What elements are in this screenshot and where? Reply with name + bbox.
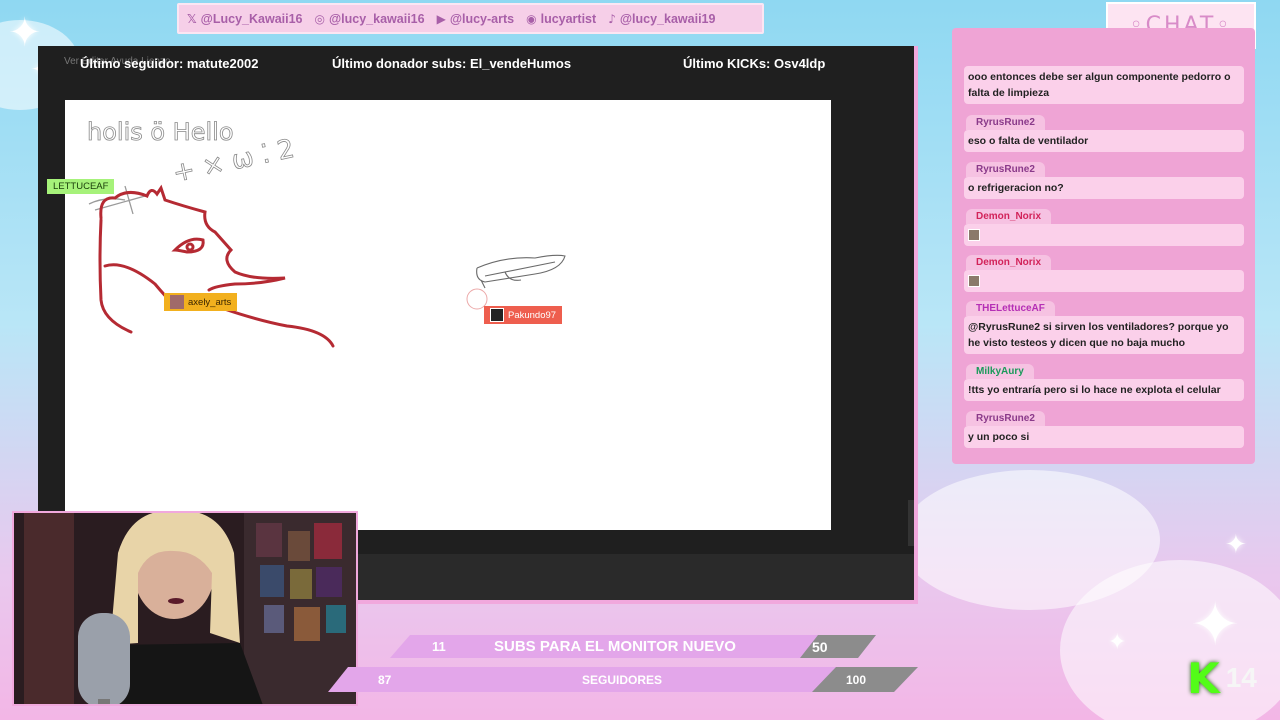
social-item-youtube: ▶ @lucy-arts bbox=[437, 12, 515, 26]
cursor-label: axely_arts bbox=[188, 296, 232, 308]
chat-message: RyrusRune2 eso o falta de ventilador bbox=[964, 112, 1244, 152]
social-item-x: 𝕏 @Lucy_Kawaii16 bbox=[187, 12, 303, 26]
kick-logo-icon: K bbox=[1187, 653, 1220, 703]
last-follower-text: Último seguidor: matute2002 bbox=[80, 56, 259, 71]
social-item-discord: ◉ lucyartist bbox=[526, 12, 596, 26]
grey-sketch bbox=[476, 254, 566, 289]
sparkle-icon: ✦ bbox=[1108, 630, 1127, 655]
chat-username[interactable]: RyrusRune2 bbox=[966, 115, 1045, 130]
red-sketch bbox=[98, 184, 335, 348]
youtube-icon: ▶ bbox=[436, 11, 446, 26]
chat-username[interactable]: RyrusRune2 bbox=[966, 411, 1045, 426]
social-handle: @lucy_kawaii19 bbox=[619, 11, 716, 26]
subs-goal-label: SUBS PARA EL MONITOR NUEVO bbox=[494, 638, 736, 655]
social-handle: @Lucy_Kawaii16 bbox=[200, 11, 303, 26]
social-links-bar: 𝕏 @Lucy_Kawaii16 ◎ @lucy_kawaii16 ▶ @luc… bbox=[177, 3, 764, 34]
avatar bbox=[490, 308, 504, 322]
subs-goal-target: 50 bbox=[812, 638, 828, 655]
chat-username[interactable]: Demon_Norix bbox=[966, 255, 1052, 270]
chat-message-text: o refrigeracion no? bbox=[964, 177, 1244, 199]
social-handle: @lucy_kawaii16 bbox=[328, 11, 425, 26]
canvas-footer-panel bbox=[358, 554, 914, 600]
emote-icon bbox=[968, 229, 980, 242]
chat-username[interactable]: RyrusRune2 bbox=[966, 162, 1045, 177]
followers-goal-target: 100 bbox=[846, 673, 867, 687]
subs-goal-bar: 11 SUBS PARA EL MONITOR NUEVO 50 bbox=[390, 635, 876, 658]
chat-message: THELettuceAF @RyrusRune2 si sirven los v… bbox=[964, 298, 1244, 354]
drawing-canvas[interactable]: holis ö Hello + × ω ⁚ 2 bbox=[65, 100, 831, 530]
chat-message: Demon_Norix bbox=[964, 206, 1244, 246]
cursor-tag-pakundo: Pakundo97 bbox=[484, 306, 563, 324]
chat-message: ooo entonces debe ser algun componente p… bbox=[964, 66, 1244, 104]
instagram-icon: ◎ bbox=[314, 11, 325, 26]
social-item-tiktok: ♪ @lucy_kawaii19 bbox=[608, 12, 715, 26]
discord-icon: ◉ bbox=[526, 11, 537, 26]
chat-message: Demon_Norix bbox=[964, 252, 1244, 292]
sparkle-icon: ✦ bbox=[1225, 530, 1247, 560]
followers-goal-bar: 87 SEGUIDORES 100 bbox=[330, 668, 918, 692]
chat-message-text: ooo entonces debe ser algun componente p… bbox=[964, 66, 1244, 104]
tiktok-icon: ♪ bbox=[608, 11, 616, 26]
cursor-label: Pakundo97 bbox=[508, 309, 557, 321]
last-kicks-text: Último KICKs: Osv4ldp bbox=[683, 56, 826, 71]
social-item-instagram: ◎ @lucy_kawaii16 bbox=[315, 12, 425, 26]
kick-count: 14 bbox=[1225, 662, 1257, 693]
canvas-scrollbar[interactable] bbox=[908, 500, 914, 546]
chat-username[interactable]: Demon_Norix bbox=[966, 209, 1052, 224]
handwriting-text: holis ö Hello bbox=[87, 118, 234, 146]
stream-alerts-bar: Ver Editar Ayuda Lienzo Último seguidor:… bbox=[38, 46, 914, 80]
chat-username[interactable]: MilkyAury bbox=[966, 364, 1034, 379]
chat-message-text: y un poco si bbox=[964, 426, 1244, 448]
cursor-tag-lettuceaf: LETTUCEAF bbox=[47, 179, 115, 194]
chat-message: MilkyAury !tts yo entraría pero si lo ha… bbox=[964, 361, 1244, 401]
chat-message-text bbox=[964, 224, 1244, 246]
cursor-label: LETTUCEAF bbox=[53, 181, 109, 192]
chat-message: RyrusRune2 o refrigeracion no? bbox=[964, 159, 1244, 199]
x-icon: 𝕏 bbox=[187, 11, 197, 26]
webcam-feed bbox=[12, 511, 358, 706]
chat-message-text: @RyrusRune2 si sirven los ventiladores? … bbox=[964, 316, 1244, 354]
last-donor-text: Último donador subs: El_vendeHumos bbox=[332, 56, 572, 71]
chat-message-text: !tts yo entraría pero si lo hace ne expl… bbox=[964, 379, 1244, 401]
social-handle: lucyartist bbox=[540, 11, 597, 26]
cursor-tag-axely: axely_arts bbox=[164, 293, 238, 311]
chat-message-text: eso o falta de ventilador bbox=[964, 130, 1244, 152]
followers-goal-label: SEGUIDORES bbox=[582, 673, 663, 687]
avatar bbox=[170, 295, 184, 309]
chat-panel[interactable]: ooo entonces debe ser algun componente p… bbox=[952, 28, 1255, 464]
emote-icon bbox=[968, 275, 980, 288]
kick-counter: K 14 bbox=[1178, 648, 1266, 708]
subs-goal-current: 11 bbox=[432, 639, 446, 654]
chat-message: RyrusRune2 y un poco si bbox=[964, 408, 1244, 448]
social-handle: @lucy-arts bbox=[449, 11, 515, 26]
chat-message-text bbox=[964, 270, 1244, 292]
chat-username[interactable]: THELettuceAF bbox=[966, 301, 1055, 316]
canvas-drawing: holis ö Hello + × ω ⁚ 2 bbox=[87, 118, 566, 348]
followers-goal-current: 87 bbox=[378, 673, 392, 687]
